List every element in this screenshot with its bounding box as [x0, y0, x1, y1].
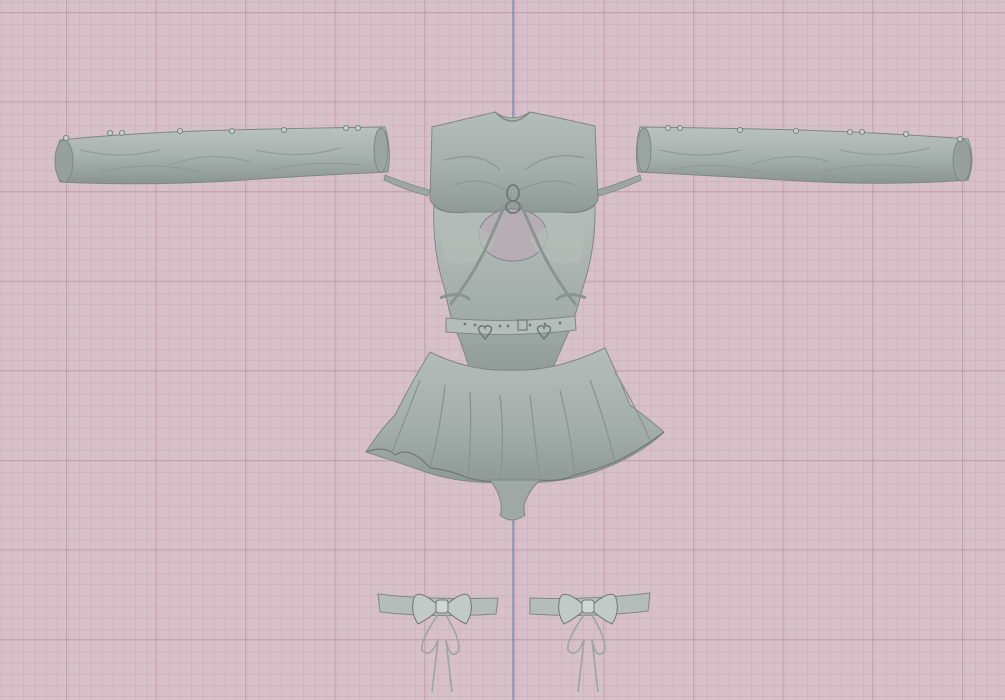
3d-viewport[interactable]	[0, 0, 1005, 700]
viewport-canvas[interactable]	[0, 0, 1005, 700]
